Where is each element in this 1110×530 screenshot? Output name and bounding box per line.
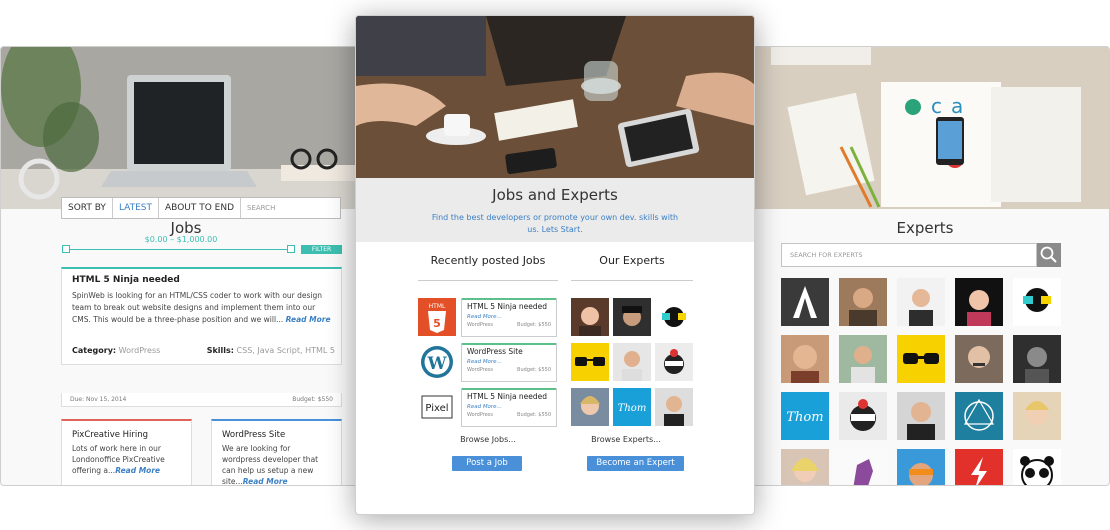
recent-job-card[interactable]: HTML 5 Ninja needed Read More... WordPre… [461,388,557,427]
divider [571,280,693,281]
featured-job-meta: Category: WordPress Skills: CSS, Java Sc… [72,346,335,355]
job-card-pixcreative[interactable]: PixCreative Hiring Lots of work here in … [61,419,192,485]
expert-avatar-panda[interactable] [1013,449,1061,485]
expert-avatar-geometric[interactable] [955,392,1003,440]
read-more-link[interactable]: Read More [243,477,288,485]
job-card-title[interactable]: PixCreative Hiring [72,430,181,440]
divider [418,280,558,281]
filter-button[interactable]: FILTER [301,245,342,254]
center-intro-band: Jobs and Experts Find the best developer… [356,178,754,242]
sort-about-to-end-option[interactable]: ABOUT TO END [159,198,242,218]
our-experts-heading: Our Experts [599,254,665,267]
search-icon [1040,246,1057,263]
expert-avatar[interactable] [897,449,945,485]
expert-avatar-thom[interactable]: Thom [781,392,829,440]
expert-avatar-glasses[interactable] [897,335,945,383]
svg-text:a: a [951,94,963,118]
pixel-logo-icon: Pixel [418,388,456,426]
jobs-hero-image [1,47,371,209]
read-more-link[interactable]: Read More [115,466,160,475]
read-more-link[interactable]: Read More... [467,314,551,320]
expert-avatar[interactable] [655,298,693,336]
expert-avatar[interactable] [655,388,693,426]
svg-text:Thom: Thom [786,410,823,425]
experts-search-input[interactable]: SEARCH FOR EXPERTS [781,243,1037,267]
expert-avatar-ninja[interactable] [655,343,693,381]
read-more-link[interactable]: Read More... [467,359,551,365]
expert-avatar[interactable] [781,278,829,326]
expert-avatar[interactable] [571,298,609,336]
expert-avatar-ninja[interactable] [839,392,887,440]
become-expert-button[interactable]: Become an Expert [587,456,684,471]
expert-avatar[interactable] [1013,278,1061,326]
read-more-link[interactable]: Read More [286,315,331,324]
expert-avatar[interactable] [1013,392,1061,440]
expert-avatar-thom[interactable]: Thom [613,388,651,426]
center-title: Jobs and Experts [492,186,618,204]
sort-by-label: SORT BY [62,198,113,218]
svg-text:Pixel: Pixel [425,403,448,414]
svg-text:HTML: HTML [429,303,446,310]
svg-text:W: W [426,354,447,374]
jobs-panel: Jobs SORT BY LATEST ABOUT TO END SEARCH … [0,46,372,486]
budget-range-track[interactable] [66,249,294,250]
recent-job-title[interactable]: WordPress Site [467,347,551,356]
expert-avatar[interactable] [955,278,1003,326]
job-category: WordPress [118,346,161,355]
expert-avatar[interactable] [955,335,1003,383]
recent-job-card[interactable]: HTML 5 Ninja needed Read More... WordPre… [461,298,557,337]
expert-avatar-horse[interactable] [839,449,887,485]
jobs-search-input[interactable]: SEARCH [241,198,340,218]
expert-avatar[interactable] [613,343,651,381]
expert-avatar[interactable] [897,278,945,326]
job-due-date: Due: Nov 15, 2014 [70,396,127,403]
expert-avatar-glasses[interactable] [571,343,609,381]
expert-avatar[interactable] [781,335,829,383]
featured-job-card[interactable]: HTML 5 Ninja needed SpinWeb is looking f… [61,267,342,365]
center-hero-image [356,16,754,178]
expert-avatar[interactable] [1013,335,1061,383]
recent-job-title[interactable]: HTML 5 Ninja needed [467,392,551,401]
svg-text:5: 5 [433,317,441,330]
range-min-handle[interactable] [62,245,70,253]
featured-job-description: SpinWeb is looking for an HTML/CSS coder… [72,291,331,324]
expert-avatar[interactable] [897,392,945,440]
wordpress-logo-icon: W [418,343,456,381]
expert-avatar[interactable] [613,298,651,336]
read-more-link[interactable]: Read More... [467,404,551,410]
svg-text:Thom: Thom [618,403,647,414]
html5-logo-icon: HTML 5 [418,298,456,336]
recent-job-title[interactable]: HTML 5 Ninja needed [467,302,551,311]
browse-jobs-link[interactable]: Browse Jobs... [428,435,548,444]
experts-panel: c a Experts SEARCH FOR EXPERTS Thom [740,46,1110,486]
job-budget: Budget: $550 [292,396,333,403]
post-job-button[interactable]: Post a Job [452,456,522,471]
showcase-stage: Jobs SORT BY LATEST ABOUT TO END SEARCH … [0,0,1110,530]
main-card: Jobs and Experts Find the best developer… [355,15,755,515]
browse-experts-link[interactable]: Browse Experts... [566,435,686,444]
expert-avatar[interactable] [571,388,609,426]
budget-range-text: $0.00 – $1,000.00 [144,235,218,244]
experts-panel-title: Experts [896,219,954,237]
range-max-handle[interactable] [287,245,295,253]
expert-avatar-bolt[interactable] [955,449,1003,485]
center-subtitle: Find the best developers or promote your… [431,213,679,234]
job-card-title[interactable]: WordPress Site [222,430,331,440]
expert-avatar[interactable] [781,449,829,485]
experts-search-button[interactable] [1037,243,1061,267]
featured-job-title[interactable]: HTML 5 Ninja needed [72,275,331,285]
svg-text:c: c [931,94,942,118]
job-card-wordpress[interactable]: WordPress Site We are looking for wordpr… [211,419,342,485]
sort-latest-option[interactable]: LATEST [113,198,160,218]
sort-bar: SORT BY LATEST ABOUT TO END SEARCH [61,197,341,219]
featured-job-footer: Due: Nov 15, 2014 Budget: $550 [61,393,342,407]
job-skills: CSS, Java Script, HTML 5 [236,346,335,355]
experts-hero-image: c a [741,47,1109,209]
recent-jobs-heading: Recently posted Jobs [430,254,546,267]
expert-avatar[interactable] [839,335,887,383]
expert-avatar[interactable] [839,278,887,326]
recent-job-card[interactable]: WordPress Site Read More... WordPress Bud… [461,343,557,382]
